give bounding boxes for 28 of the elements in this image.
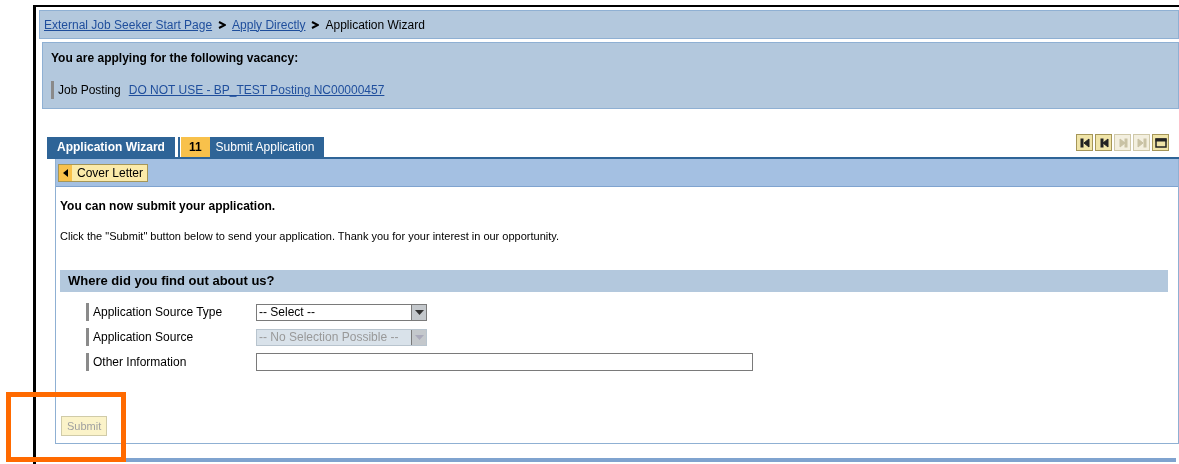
breadcrumb-link[interactable]: External Job Seeker Start Page (44, 15, 213, 34)
nav-button[interactable] (1152, 134, 1169, 151)
job-posting-link[interactable]: DO NOT USE - BP_TEST Posting NC00000457 (128, 81, 385, 100)
dropdown[interactable]: -- Select -- (256, 303, 427, 321)
caret-icon (414, 309, 424, 315)
previous-page-icon (1097, 136, 1110, 149)
chevron-icon (218, 20, 227, 29)
next-page-icon (1116, 136, 1129, 149)
first-page-icon (1078, 136, 1091, 149)
tab-label: Submit Application (215, 139, 315, 156)
breadcrumb-current: Application Wizard (325, 16, 425, 34)
left-arrow-icon (63, 168, 68, 177)
input-field[interactable] (256, 353, 753, 371)
last-page-icon (1135, 136, 1148, 149)
chevron-icon (311, 20, 320, 29)
back-button[interactable]: Cover Letter (58, 163, 149, 182)
nav-button[interactable] (1095, 134, 1112, 151)
page-title: You can now submit your application. (60, 198, 277, 215)
wizard-tab[interactable]: 11 Submit Application (180, 137, 325, 157)
nav-button[interactable] (1076, 134, 1093, 151)
vacancy-heading: You are applying for the following vacancy: (51, 51, 300, 66)
breadcrumb-link[interactable]: Apply Directly (232, 15, 306, 34)
window-icon (1154, 136, 1167, 149)
section-header: Where did you find out about us? (60, 269, 1168, 292)
instruction-text: Click the "Submit" button below to send your application. Thank you for your interest in our opportunity. (60, 229, 560, 244)
job-posting-label: Job Posting (51, 81, 121, 100)
step-number: 11 (180, 137, 210, 157)
caret-icon (414, 334, 424, 340)
